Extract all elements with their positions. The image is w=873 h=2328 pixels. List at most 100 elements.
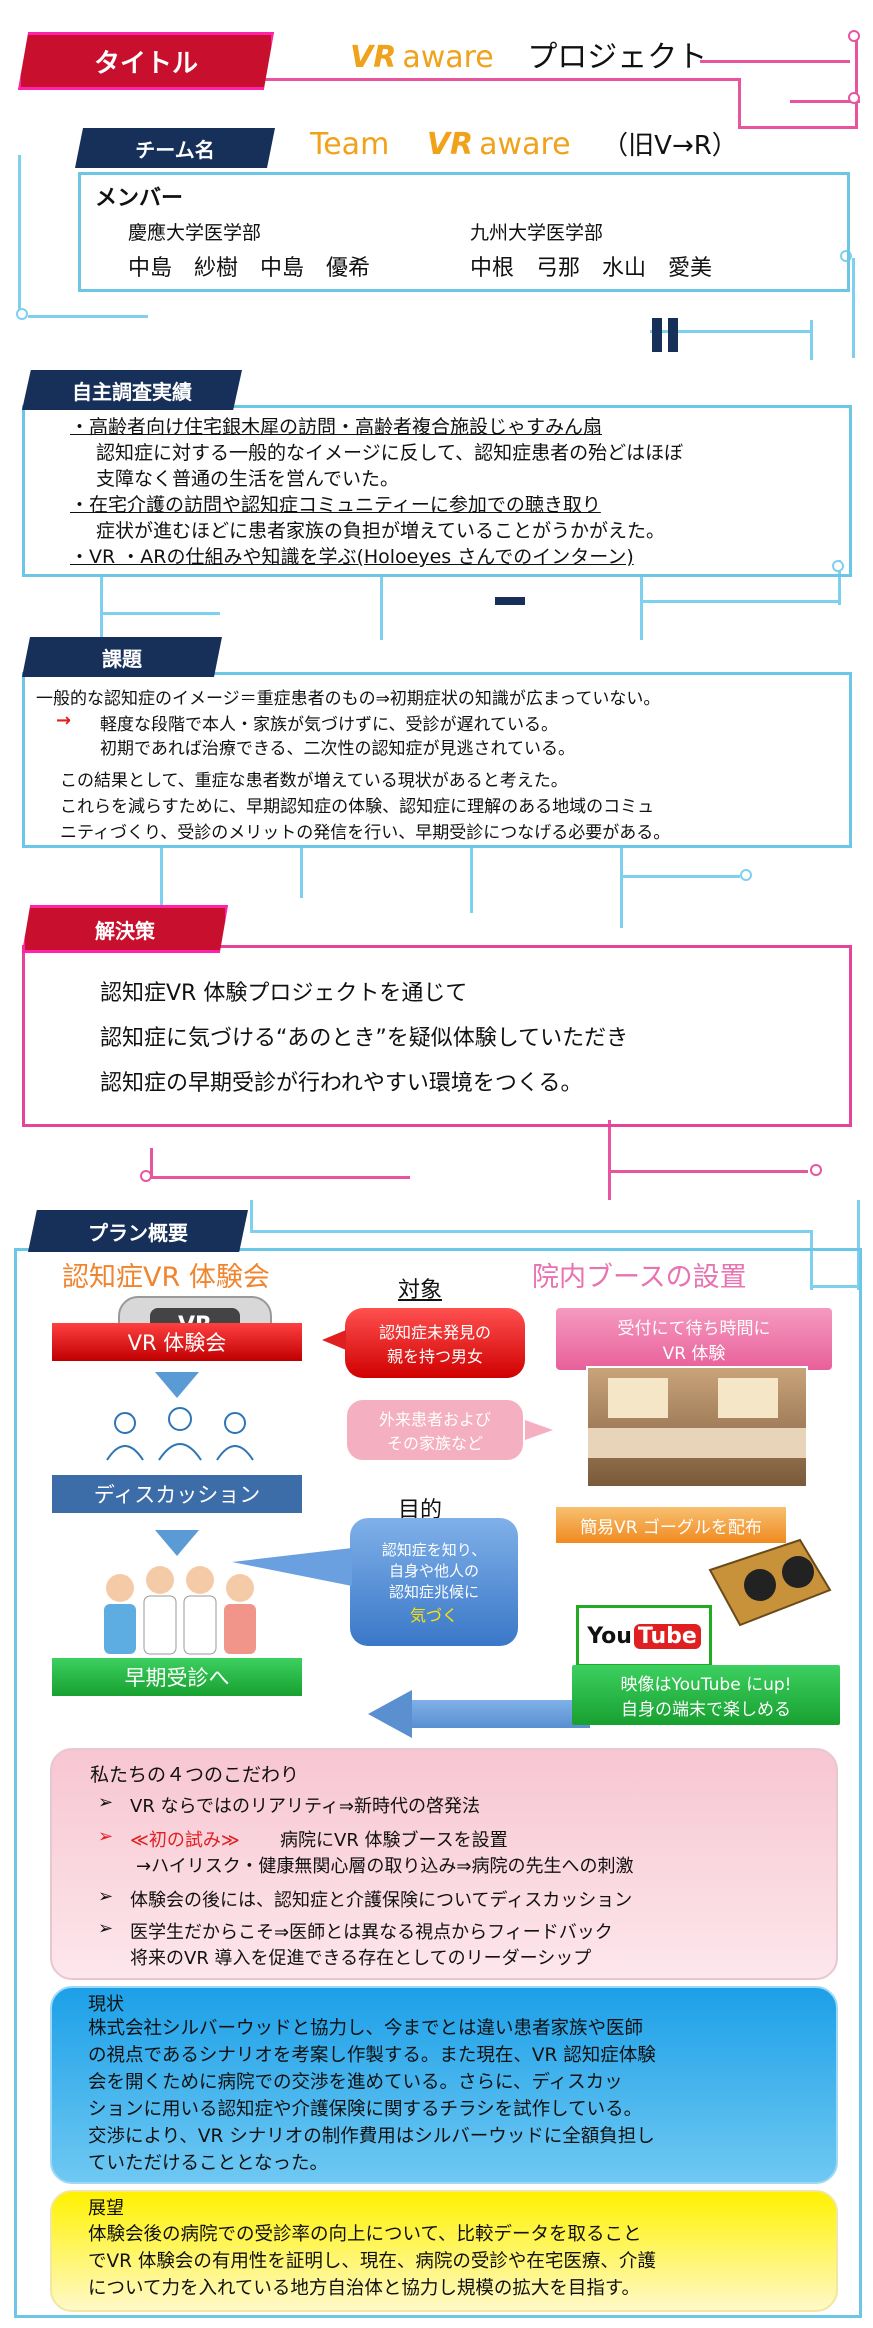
- circuit-line: [608, 1170, 808, 1173]
- purpose-bubble: 認知症を知り、 自身や他人の 認知症兆候に 気づく: [350, 1518, 518, 1646]
- circuit-line: [620, 848, 623, 928]
- circuit-line: [608, 1120, 611, 1200]
- issue-tag: 課題: [22, 637, 222, 677]
- circuit-node: [740, 869, 752, 881]
- outlook-line: について力を入れている地方自治体と協力し規模の拡大を目指す。: [88, 2278, 641, 2299]
- research-line: 症状が進むほどに患者家族の負担が増えていることがうかがえた。: [96, 520, 666, 542]
- current-line: 交渉により、VR シナリオの制作費用はシルバーウッドに全額負担し: [88, 2126, 655, 2147]
- circuit-line: [700, 60, 850, 63]
- issue-line: この結果として、重症な患者数が増えている現状があると考えた。: [60, 771, 568, 791]
- current-line: 会を開くために病院での交渉を進めている。さらに、ディスカッ: [88, 2072, 623, 2093]
- solution-tag: 解決策: [22, 905, 228, 953]
- commitment-item: 体験会の後には、認知症と介護保険についてディスカッション: [130, 1890, 633, 1911]
- issue-line: 一般的な認知症のイメージ＝重症患者のもの⇒初期症状の知識が広まっていない。: [36, 689, 661, 709]
- ceiling-light: [608, 1378, 668, 1418]
- bullet-icon: ➢: [98, 1826, 114, 1847]
- youtube-logo: You Tube: [576, 1605, 712, 1667]
- circuit-line: [380, 575, 383, 640]
- circuit-line: [640, 575, 643, 640]
- cardboard-goggle-icon: [708, 1538, 832, 1627]
- bubble-tail: [322, 1330, 346, 1350]
- kyushu-members: 中根 弓那 水山 愛美: [470, 256, 713, 281]
- team-word: Team: [310, 127, 390, 162]
- youtube-logo-tube: Tube: [633, 1623, 701, 1649]
- arrow-left-body: [410, 1700, 590, 1728]
- outlook-title: 展望: [88, 2198, 124, 2219]
- circuit-line: [855, 40, 858, 128]
- circuit-line: [810, 320, 813, 360]
- issue-line: 初期であれば治療できる、二次性の認知症が見逃されている。: [100, 739, 575, 759]
- solution-line: 認知症VR 体験プロジェクトを通じて: [100, 981, 468, 1006]
- commitment-item: 病院にVR 体験ブースを設置: [280, 1830, 508, 1851]
- circuit-line: [28, 315, 148, 318]
- youtube-logo-you: You: [587, 1623, 632, 1649]
- research-line: ・高齢者向け住宅銀木犀の訪問・高齢者複合施設じゃすみん扇: [70, 416, 603, 438]
- circuit-node: [810, 1164, 822, 1176]
- keio-school: 慶應大学医学部: [128, 222, 262, 244]
- project-title: VR aware プロジェクト: [350, 32, 707, 76]
- circuit-node: [140, 1170, 152, 1182]
- booth-caption: 受付にて待ち時間に VR 体験: [556, 1308, 832, 1370]
- current-line: の視点であるシナリオを考案し作製する。また現在、VR 認知症体験: [88, 2045, 656, 2066]
- solution-line: 認知症の早期受診が行われやすい環境をつくる。: [100, 1071, 583, 1096]
- counter-shape: [588, 1428, 806, 1458]
- kyushu-school: 九州大学医学部: [470, 222, 604, 244]
- members-label: メンバー: [95, 186, 184, 211]
- circuit-line: [738, 78, 741, 128]
- circuit-node: [848, 30, 860, 42]
- circuit-line: [300, 848, 303, 898]
- bullet-icon: ➢: [98, 1792, 114, 1813]
- connector-bar: [652, 318, 662, 352]
- outlook-line: でVR 体験会の有用性を証明し、現在、病院の受診や在宅医療、介護: [88, 2251, 656, 2272]
- arrow-down-icon: [155, 1530, 199, 1556]
- bullet-icon: ➢: [98, 1918, 114, 1939]
- circuit-line: [150, 1176, 410, 1179]
- commitment-item: →ハイリスク・健康無関心層の取り込み⇒病院の先生への刺激: [136, 1856, 634, 1877]
- circuit-line: [738, 126, 858, 129]
- research-tag: 自主調査実績: [22, 370, 242, 410]
- solution-line: 認知症に気づける“あのとき”を疑似体験していただき: [100, 1026, 629, 1051]
- issue-line: これらを減らすために、早期認知症の体験、認知症に理解のある地域のコミュ: [60, 797, 655, 817]
- ceiling-light: [718, 1378, 778, 1418]
- circuit-line: [852, 258, 855, 358]
- commitment-item: VR ならではのリアリティ⇒新時代の啓発法: [130, 1796, 481, 1817]
- title-tag: タイトル: [18, 32, 274, 90]
- research-line: 認知症に対する一般的なイメージに反して、認知症患者の殆どはほぼ: [96, 442, 684, 464]
- connector-bar: [495, 597, 525, 605]
- purpose-text: 認知症を知り、 自身や他人の 認知症兆候に: [381, 1540, 487, 1601]
- bullet-icon: ➢: [98, 1886, 114, 1907]
- team-old-name: （旧V→R）: [602, 131, 738, 161]
- circuit-line: [250, 1230, 810, 1233]
- youtube-caption: 映像はYouTube にup! 自身の端末で楽しめる: [572, 1665, 840, 1725]
- research-line: 支障なく普通の生活を営んでいた。: [96, 468, 400, 490]
- plan-left-title: 認知症VR 体験会: [62, 1262, 270, 1293]
- target-bubble-pink: 外来患者および その家族など: [345, 1398, 525, 1462]
- vr-logo: VR: [426, 127, 474, 162]
- issue-line: 軽度な段階で本人・家族が気づけずに、受診が遅れている。: [100, 715, 558, 735]
- keio-members: 中島 紗樹 中島 優希: [128, 256, 371, 281]
- commitment-title: 私たちの４つのこだわり: [90, 1764, 300, 1786]
- outlook-line: 体験会後の病院での受診率の向上について、比較データを取ること: [88, 2224, 642, 2245]
- arrow-down-icon: [155, 1372, 199, 1398]
- plan-right-title: 院内ブースの設置: [532, 1262, 747, 1293]
- arrow-left-icon: [368, 1690, 412, 1738]
- commitment-emphasis: ≪初の試み≫: [130, 1830, 240, 1851]
- bubble-tail: [525, 1420, 553, 1440]
- vr-event-button: VR 体験会: [52, 1323, 302, 1361]
- current-line: ションに用いる認知症や介護保険に関するチラシを試作している。: [88, 2099, 643, 2120]
- circuit-line: [470, 848, 473, 913]
- current-line: 株式会社シルバーウッドと協力し、今までとは違い患者家族や医師: [88, 2018, 644, 2039]
- arrow-icon: →: [56, 710, 72, 731]
- team-tag: チーム名: [75, 128, 275, 168]
- current-title: 現状: [88, 1994, 124, 2015]
- circuit-line: [258, 78, 738, 81]
- plan-tag: プラン概要: [28, 1210, 248, 1252]
- target-bubble-red: 認知症未発見の 親を持つ男女: [345, 1308, 525, 1378]
- hospital-photo: [586, 1366, 808, 1488]
- aware-logo: aware: [402, 40, 494, 75]
- purpose-notice: 気づく: [409, 1605, 458, 1625]
- people-icon: [106, 1407, 254, 1461]
- circuit-line: [620, 875, 740, 878]
- discussion-button: ディスカッション: [52, 1475, 302, 1513]
- research-line: ・VR ・ARの仕組みや知識を学ぶ(Holoeyes さんでのインターン): [70, 546, 634, 568]
